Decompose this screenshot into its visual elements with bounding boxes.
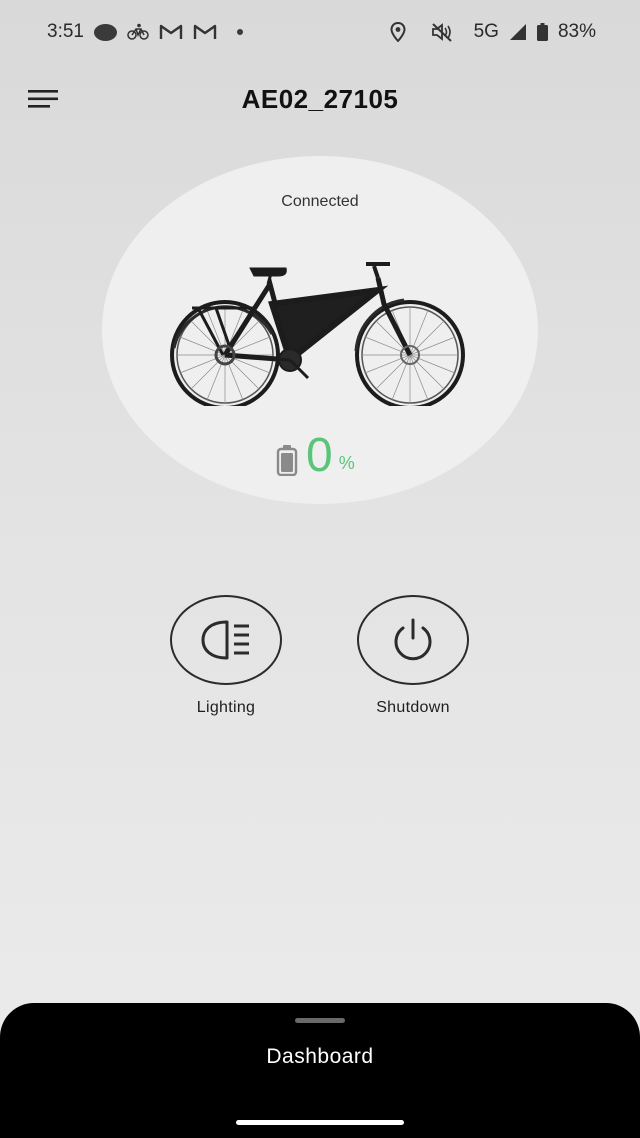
status-bar-left: 3:51 bbox=[47, 21, 243, 43]
status-bar: 3:51 5G 83% bbox=[0, 0, 640, 64]
home-indicator[interactable] bbox=[236, 1120, 404, 1125]
battery-level-icon bbox=[276, 445, 298, 476]
battery-unit: % bbox=[338, 453, 355, 473]
mute-icon bbox=[431, 23, 452, 42]
network-type: 5G bbox=[473, 21, 499, 42]
battery-percentage: 0 bbox=[306, 429, 333, 482]
connection-status: Connected bbox=[281, 193, 359, 210]
circle-notification-icon bbox=[93, 23, 117, 41]
status-bar-right: 5G 83% bbox=[390, 21, 596, 43]
lighting-button-circle[interactable] bbox=[170, 595, 282, 685]
page-title: AE02_27105 bbox=[241, 84, 399, 114]
shutdown-button-circle[interactable] bbox=[357, 595, 469, 685]
bottom-sheet[interactable]: Dashboard bbox=[0, 1003, 640, 1138]
signal-icon bbox=[509, 24, 526, 40]
status-battery: 83% bbox=[557, 21, 596, 42]
power-icon bbox=[394, 618, 432, 661]
gmail-icon bbox=[193, 24, 217, 39]
status-time: 3:51 bbox=[47, 21, 84, 42]
lighting-button[interactable]: Lighting bbox=[170, 595, 282, 717]
dot-icon bbox=[236, 29, 243, 35]
headlight-icon bbox=[201, 620, 249, 660]
dashboard-tab[interactable]: Dashboard bbox=[0, 1045, 640, 1069]
shutdown-button[interactable]: Shutdown bbox=[357, 595, 469, 717]
lighting-label: Lighting bbox=[196, 699, 256, 716]
battery-indicator: 0 % bbox=[276, 432, 355, 480]
bike-image bbox=[170, 262, 465, 406]
location-icon bbox=[390, 22, 406, 42]
bike-notification-icon bbox=[127, 23, 149, 40]
drag-handle[interactable] bbox=[295, 1018, 345, 1023]
battery-icon bbox=[536, 23, 548, 41]
gmail-icon bbox=[159, 24, 183, 39]
shutdown-label: Shutdown bbox=[376, 699, 450, 716]
